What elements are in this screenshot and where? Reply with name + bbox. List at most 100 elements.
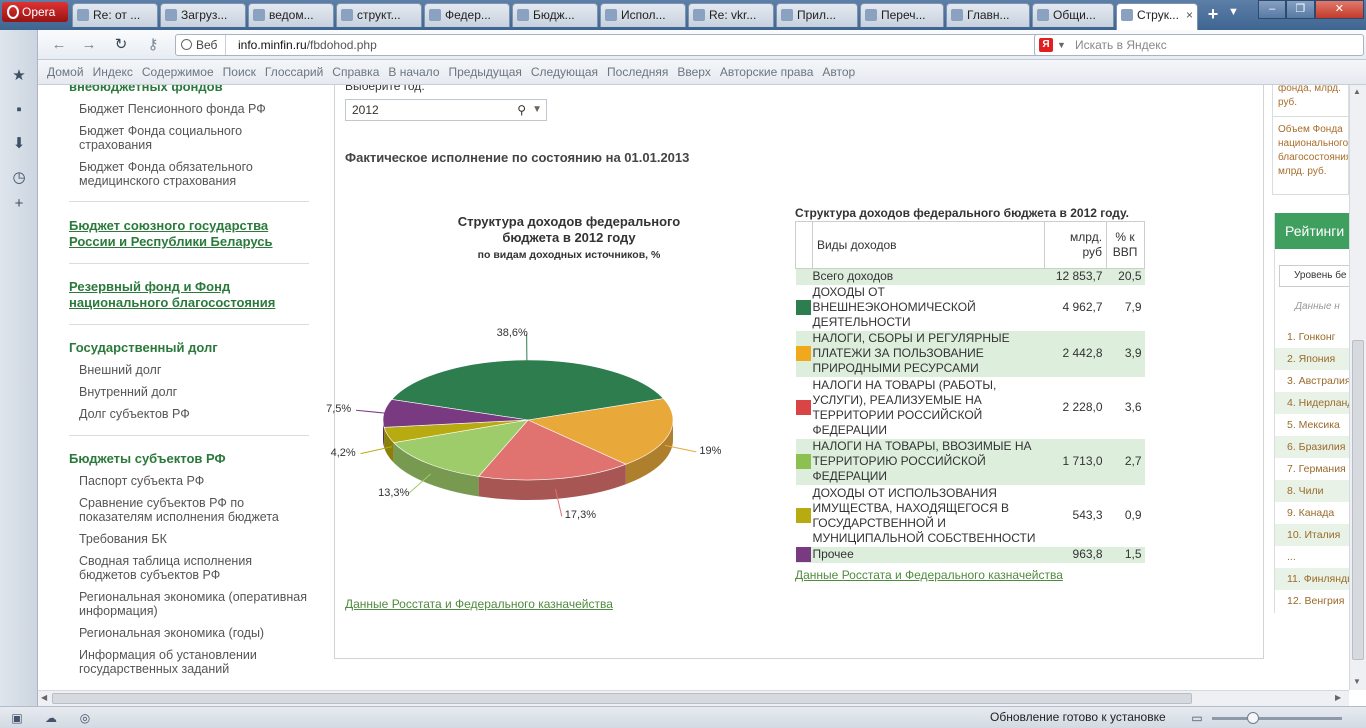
tab-5[interactable]: Федер... bbox=[424, 3, 510, 27]
menu-item-state-tasks[interactable]: Информация об установлении государственн… bbox=[79, 648, 309, 676]
menu-head-regional-budgets[interactable]: Бюджеты субъектов РФ bbox=[69, 451, 226, 467]
menu-item-regional-economy-ops[interactable]: Региональная экономика (оперативная инфо… bbox=[79, 590, 309, 618]
nav-link[interactable]: Содержимое bbox=[142, 65, 214, 79]
minimize-button[interactable]: – bbox=[1258, 0, 1287, 19]
search-field[interactable]: Я ▼ Искать в Яндекс bbox=[1034, 34, 1364, 56]
zoom-slider[interactable] bbox=[1212, 717, 1342, 720]
history-clock-icon[interactable]: ◷ bbox=[11, 170, 27, 186]
nav-link[interactable]: Последняя bbox=[607, 65, 668, 79]
nav-link[interactable]: В начало bbox=[388, 65, 439, 79]
menu-item-regional-economy-years[interactable]: Региональная экономика (годы) bbox=[79, 626, 309, 640]
tab-6[interactable]: Бюдж... bbox=[512, 3, 598, 27]
reload-icon[interactable]: ↻ bbox=[110, 36, 132, 54]
menu-item-bk-requirements[interactable]: Требования БК bbox=[79, 532, 309, 546]
nav-link[interactable]: Домой bbox=[47, 65, 84, 79]
web-badge[interactable]: Веб bbox=[176, 35, 227, 55]
menu-divider bbox=[69, 201, 309, 202]
menu-item-region-comparison[interactable]: Сравнение субъектов РФ по показателям ис… bbox=[79, 496, 309, 524]
horizontal-scroll-thumb[interactable] bbox=[52, 693, 1192, 704]
vertical-scrollbar[interactable]: ▲ ▼ bbox=[1349, 85, 1366, 690]
horizontal-scrollbar[interactable]: ◀ ▶ bbox=[38, 690, 1349, 706]
menu-item-pension-fund[interactable]: Бюджет Пенсионного фонда РФ bbox=[79, 102, 309, 116]
maximize-button[interactable]: ❐ bbox=[1286, 0, 1315, 19]
menu-head-extrabudget[interactable]: внебюджетных фондов bbox=[69, 85, 223, 95]
ratings-level-select[interactable]: Уровень бе bbox=[1279, 265, 1349, 287]
turbo-icon[interactable]: ◎ bbox=[78, 711, 92, 725]
tab-close-icon[interactable]: × bbox=[1186, 4, 1193, 26]
search-engine-dropdown-icon[interactable]: ▼ bbox=[1057, 35, 1066, 55]
back-arrow-icon[interactable]: ← bbox=[48, 36, 70, 54]
close-window-button[interactable]: ✕ bbox=[1314, 0, 1364, 19]
menu-item-internal-debt[interactable]: Внутренний долг bbox=[79, 385, 309, 399]
scroll-left-icon[interactable]: ◀ bbox=[41, 693, 47, 702]
rating-list-item[interactable]: 11. Финляндия bbox=[1275, 568, 1349, 590]
tab-list-dropdown-icon[interactable]: ▼ bbox=[1228, 6, 1239, 18]
year-select[interactable]: 2012 ⚲ ▼ bbox=[345, 99, 547, 121]
scroll-right-icon[interactable]: ▶ bbox=[1335, 693, 1341, 702]
rating-list-item[interactable]: 2. Япония bbox=[1275, 348, 1349, 370]
tab-3[interactable]: ведом... bbox=[248, 3, 334, 27]
nav-link[interactable]: Глоссарий bbox=[265, 65, 323, 79]
menu-item-regional-debt[interactable]: Долг субъектов РФ bbox=[79, 407, 309, 421]
notes-icon[interactable]: ▪ bbox=[11, 102, 27, 118]
add-panel-icon[interactable]: + bbox=[11, 196, 27, 212]
tab-11[interactable]: Главн... bbox=[946, 3, 1030, 27]
key-icon[interactable]: ⚷ bbox=[142, 36, 164, 54]
nav-link[interactable]: Вверх bbox=[677, 65, 710, 79]
scroll-down-icon[interactable]: ▼ bbox=[1353, 677, 1361, 686]
rating-list-item[interactable]: 8. Чили bbox=[1275, 480, 1349, 502]
nav-link[interactable]: Следующая bbox=[531, 65, 598, 79]
rating-list-item[interactable]: 12. Венгрия bbox=[1275, 590, 1349, 612]
rating-list-item[interactable]: 9. Канада bbox=[1275, 502, 1349, 524]
tab-1[interactable]: Re: от ... bbox=[72, 3, 158, 27]
rating-list-item[interactable]: 3. Австралия bbox=[1275, 370, 1349, 392]
bookmarks-star-icon[interactable]: ★ bbox=[11, 68, 27, 84]
vertical-scroll-thumb[interactable] bbox=[1352, 340, 1364, 660]
nwf-info-text[interactable]: Объем Фонда национального благосостояния… bbox=[1278, 123, 1348, 179]
tab-7[interactable]: Испол... bbox=[600, 3, 686, 27]
tab-2[interactable]: Загруз... bbox=[160, 3, 246, 27]
table-source-link[interactable]: Данные Росстата и Федерального казначейс… bbox=[795, 568, 1063, 582]
legend-swatch bbox=[795, 400, 811, 416]
tab-13[interactable]: Струк... × bbox=[1116, 3, 1198, 30]
tab-label: Переч... bbox=[881, 8, 926, 22]
source-link[interactable]: Данные Росстата и Федерального казначейс… bbox=[345, 597, 613, 611]
zoom-slider-knob[interactable] bbox=[1247, 712, 1259, 724]
cloud-icon[interactable]: ☁ bbox=[44, 711, 58, 725]
fund-info-text[interactable]: фонда, млрд. руб. bbox=[1278, 85, 1343, 110]
rating-list-item[interactable]: 5. Мексика bbox=[1275, 414, 1349, 436]
address-field[interactable]: Веб info.minfin.ru/fbdohod.php ▤ ★ bbox=[175, 34, 1068, 56]
view-mode-icon[interactable]: ▭ bbox=[1190, 711, 1204, 725]
forward-arrow-icon[interactable]: → bbox=[78, 36, 100, 54]
scroll-up-icon[interactable]: ▲ bbox=[1353, 87, 1361, 96]
rating-list-item[interactable]: 10. Италия bbox=[1275, 524, 1349, 546]
rating-list-item[interactable]: 7. Германия bbox=[1275, 458, 1349, 480]
menu-item-region-passport[interactable]: Паспорт субъекта РФ bbox=[79, 474, 309, 488]
tab-8[interactable]: Re: vkr... bbox=[688, 3, 774, 27]
downloads-icon[interactable]: ⬇ bbox=[11, 136, 27, 152]
menu-item-medical-fund[interactable]: Бюджет Фонда обязательного медицинского … bbox=[79, 160, 309, 188]
row-swatch-cell bbox=[795, 485, 813, 547]
menu-item-summary-table[interactable]: Сводная таблица исполнения бюджетов субъ… bbox=[79, 554, 309, 582]
nav-link[interactable]: Предыдущая bbox=[449, 65, 522, 79]
nav-link[interactable]: Поиск bbox=[223, 65, 256, 79]
rating-list-item[interactable]: 6. Бразилия bbox=[1275, 436, 1349, 458]
tab-9[interactable]: Прил... bbox=[776, 3, 858, 27]
nav-link[interactable]: Индекс bbox=[93, 65, 133, 79]
tab-12[interactable]: Общи... bbox=[1032, 3, 1114, 27]
tab-10[interactable]: Переч... bbox=[860, 3, 944, 27]
opera-menu-button[interactable]: Opera bbox=[2, 2, 68, 22]
menu-link-reserve-fund[interactable]: Резервный фонд и Фонд национального благ… bbox=[69, 279, 289, 311]
tab-4[interactable]: структ... bbox=[336, 3, 422, 27]
rating-list-item[interactable]: 4. Нидерланды bbox=[1275, 392, 1349, 414]
nav-link[interactable]: Автор bbox=[822, 65, 855, 79]
rating-list-item[interactable]: 1. Гонконг bbox=[1275, 326, 1349, 348]
menu-head-state-debt[interactable]: Государственный долг bbox=[69, 340, 218, 356]
nav-link[interactable]: Справка bbox=[332, 65, 379, 79]
new-tab-icon[interactable]: + bbox=[1203, 4, 1223, 25]
menu-item-external-debt[interactable]: Внешний долг bbox=[79, 363, 309, 377]
menu-item-social-fund[interactable]: Бюджет Фонда социального страхования bbox=[79, 124, 309, 152]
menu-link-union-budget[interactable]: Бюджет союзного государства России и Рес… bbox=[69, 218, 289, 250]
nav-link[interactable]: Авторские права bbox=[720, 65, 814, 79]
panel-toggle-icon[interactable]: ▣ bbox=[10, 711, 24, 725]
